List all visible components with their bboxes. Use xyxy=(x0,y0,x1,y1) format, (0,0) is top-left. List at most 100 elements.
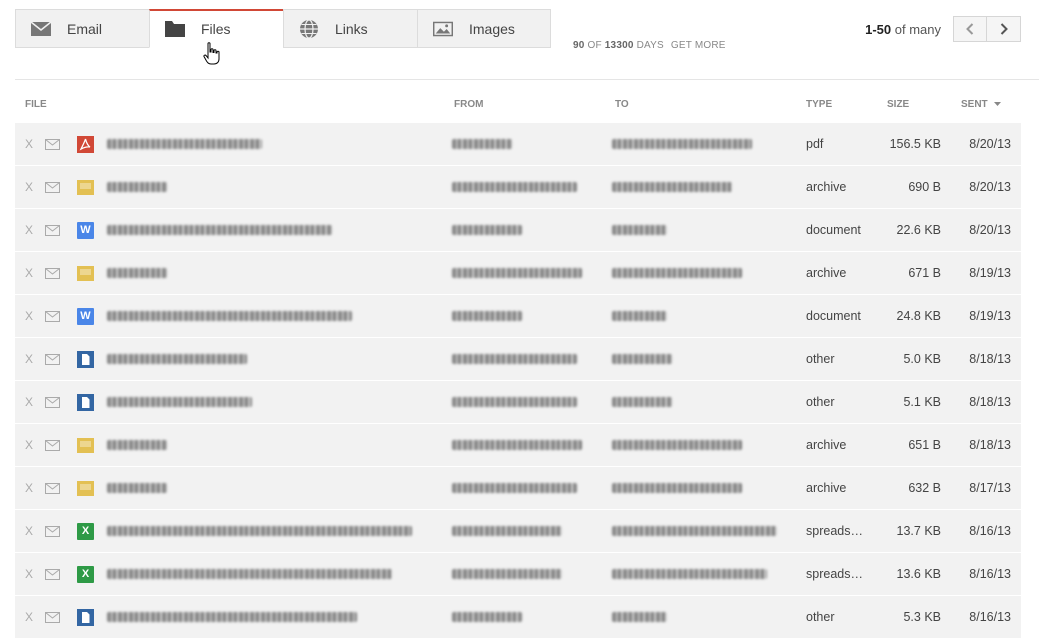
column-file[interactable]: FILE xyxy=(25,99,47,110)
file-size: 5.0 KB xyxy=(903,352,941,366)
excel-icon: X xyxy=(77,553,94,595)
prev-page-button[interactable] xyxy=(953,16,987,42)
file-type: spreads… xyxy=(806,524,863,538)
column-to[interactable]: TO xyxy=(615,99,629,110)
from-redacted xyxy=(452,295,522,337)
table-row[interactable]: Xpdf 156.5 KB 8/20/13 xyxy=(15,123,1021,165)
delete-icon[interactable]: X xyxy=(25,123,33,165)
file-name-redacted[interactable] xyxy=(107,553,392,595)
header-divider xyxy=(15,79,1039,80)
delete-icon[interactable]: X xyxy=(25,295,33,337)
delete-icon[interactable]: X xyxy=(25,596,33,638)
file-type: spreads… xyxy=(806,567,863,581)
from-redacted xyxy=(452,381,577,423)
file-name-redacted[interactable] xyxy=(107,381,252,423)
from-redacted xyxy=(452,166,577,208)
table-row[interactable]: X Wdocument 22.6 KB 8/20/13 xyxy=(15,209,1021,251)
file-name-redacted[interactable] xyxy=(107,166,167,208)
tab-links[interactable]: Links xyxy=(283,9,417,48)
file-name-redacted[interactable] xyxy=(107,510,412,552)
file-name-redacted[interactable] xyxy=(107,123,262,165)
from-redacted xyxy=(452,467,577,509)
file-type: document xyxy=(806,309,861,323)
envelope-icon[interactable] xyxy=(45,553,60,595)
column-from[interactable]: FROM xyxy=(454,99,483,110)
tab-label: Links xyxy=(335,20,368,37)
delete-icon[interactable]: X xyxy=(25,252,33,294)
column-size[interactable]: SIZE xyxy=(887,99,909,110)
file-size: 13.7 KB xyxy=(896,524,941,538)
table-row[interactable]: Xother 5.3 KB 8/16/13 xyxy=(15,596,1021,638)
tab-images[interactable]: Images xyxy=(417,9,551,48)
envelope-icon[interactable] xyxy=(45,338,60,380)
globe-icon xyxy=(299,18,319,39)
sent-date: 8/16/13 xyxy=(969,610,1011,624)
file-type: archive xyxy=(806,481,847,495)
tab-email[interactable]: Email xyxy=(15,9,149,48)
table-row[interactable]: Xother 5.0 KB 8/18/13 xyxy=(15,338,1021,380)
sent-date: 8/18/13 xyxy=(969,352,1011,366)
to-redacted xyxy=(612,166,732,208)
from-redacted xyxy=(452,510,562,552)
file-name-redacted[interactable] xyxy=(107,596,357,638)
sent-date: 8/19/13 xyxy=(969,309,1011,323)
column-type[interactable]: TYPE xyxy=(806,99,832,110)
next-page-button[interactable] xyxy=(987,16,1021,42)
delete-icon[interactable]: X xyxy=(25,209,33,251)
envelope-icon[interactable] xyxy=(45,510,60,552)
sent-date: 8/20/13 xyxy=(969,137,1011,151)
archive-icon xyxy=(77,252,94,294)
get-more-link[interactable]: GET MORE xyxy=(671,40,726,51)
sent-date: 8/20/13 xyxy=(969,180,1011,194)
file-size: 5.1 KB xyxy=(903,395,941,409)
word-icon: W xyxy=(77,295,94,337)
table-row[interactable]: Xarchive 632 B 8/17/13 xyxy=(15,467,1021,509)
delete-icon[interactable]: X xyxy=(25,166,33,208)
sent-date: 8/16/13 xyxy=(969,524,1011,538)
file-name-redacted[interactable] xyxy=(107,252,167,294)
delete-icon[interactable]: X xyxy=(25,424,33,466)
envelope-icon[interactable] xyxy=(45,596,60,638)
to-redacted xyxy=(612,295,667,337)
from-redacted xyxy=(452,252,582,294)
pagination: 1-50 of many xyxy=(865,16,1021,42)
file-name-redacted[interactable] xyxy=(107,209,332,251)
chevron-left-icon xyxy=(966,23,974,35)
delete-icon[interactable]: X xyxy=(25,381,33,423)
file-size: 690 B xyxy=(908,180,941,194)
file-size: 671 B xyxy=(908,266,941,280)
file-name-redacted[interactable] xyxy=(107,295,352,337)
table-row[interactable]: Xarchive 671 B 8/19/13 xyxy=(15,252,1021,294)
delete-icon[interactable]: X xyxy=(25,467,33,509)
file-name-redacted[interactable] xyxy=(107,467,167,509)
envelope-icon[interactable] xyxy=(45,252,60,294)
table-row[interactable]: X Xspreads… 13.6 KB 8/16/13 xyxy=(15,553,1021,595)
to-redacted xyxy=(612,510,777,552)
envelope-icon[interactable] xyxy=(45,166,60,208)
table-row[interactable]: Xarchive 690 B 8/20/13 xyxy=(15,166,1021,208)
file-type: pdf xyxy=(806,137,824,151)
envelope-icon[interactable] xyxy=(45,123,60,165)
envelope-icon[interactable] xyxy=(45,381,60,423)
file-name-redacted[interactable] xyxy=(107,338,247,380)
delete-icon[interactable]: X xyxy=(25,510,33,552)
file-type: archive xyxy=(806,266,847,280)
envelope-icon[interactable] xyxy=(45,467,60,509)
file-name-redacted[interactable] xyxy=(107,424,167,466)
file-type: other xyxy=(806,395,835,409)
table-row[interactable]: Xarchive 651 B 8/18/13 xyxy=(15,424,1021,466)
delete-icon[interactable]: X xyxy=(25,553,33,595)
file-type: other xyxy=(806,352,835,366)
column-sent[interactable]: SENT xyxy=(961,99,1002,110)
envelope-icon xyxy=(31,19,51,39)
envelope-icon[interactable] xyxy=(45,295,60,337)
envelope-icon[interactable] xyxy=(45,424,60,466)
table-row[interactable]: X Xspreads… 13.7 KB 8/16/13 xyxy=(15,510,1021,552)
table-row[interactable]: X Wdocument 24.8 KB 8/19/13 xyxy=(15,295,1021,337)
doc-icon xyxy=(77,338,94,380)
envelope-icon[interactable] xyxy=(45,209,60,251)
doc-icon xyxy=(77,596,94,638)
sent-date: 8/17/13 xyxy=(969,481,1011,495)
table-row[interactable]: Xother 5.1 KB 8/18/13 xyxy=(15,381,1021,423)
delete-icon[interactable]: X xyxy=(25,338,33,380)
